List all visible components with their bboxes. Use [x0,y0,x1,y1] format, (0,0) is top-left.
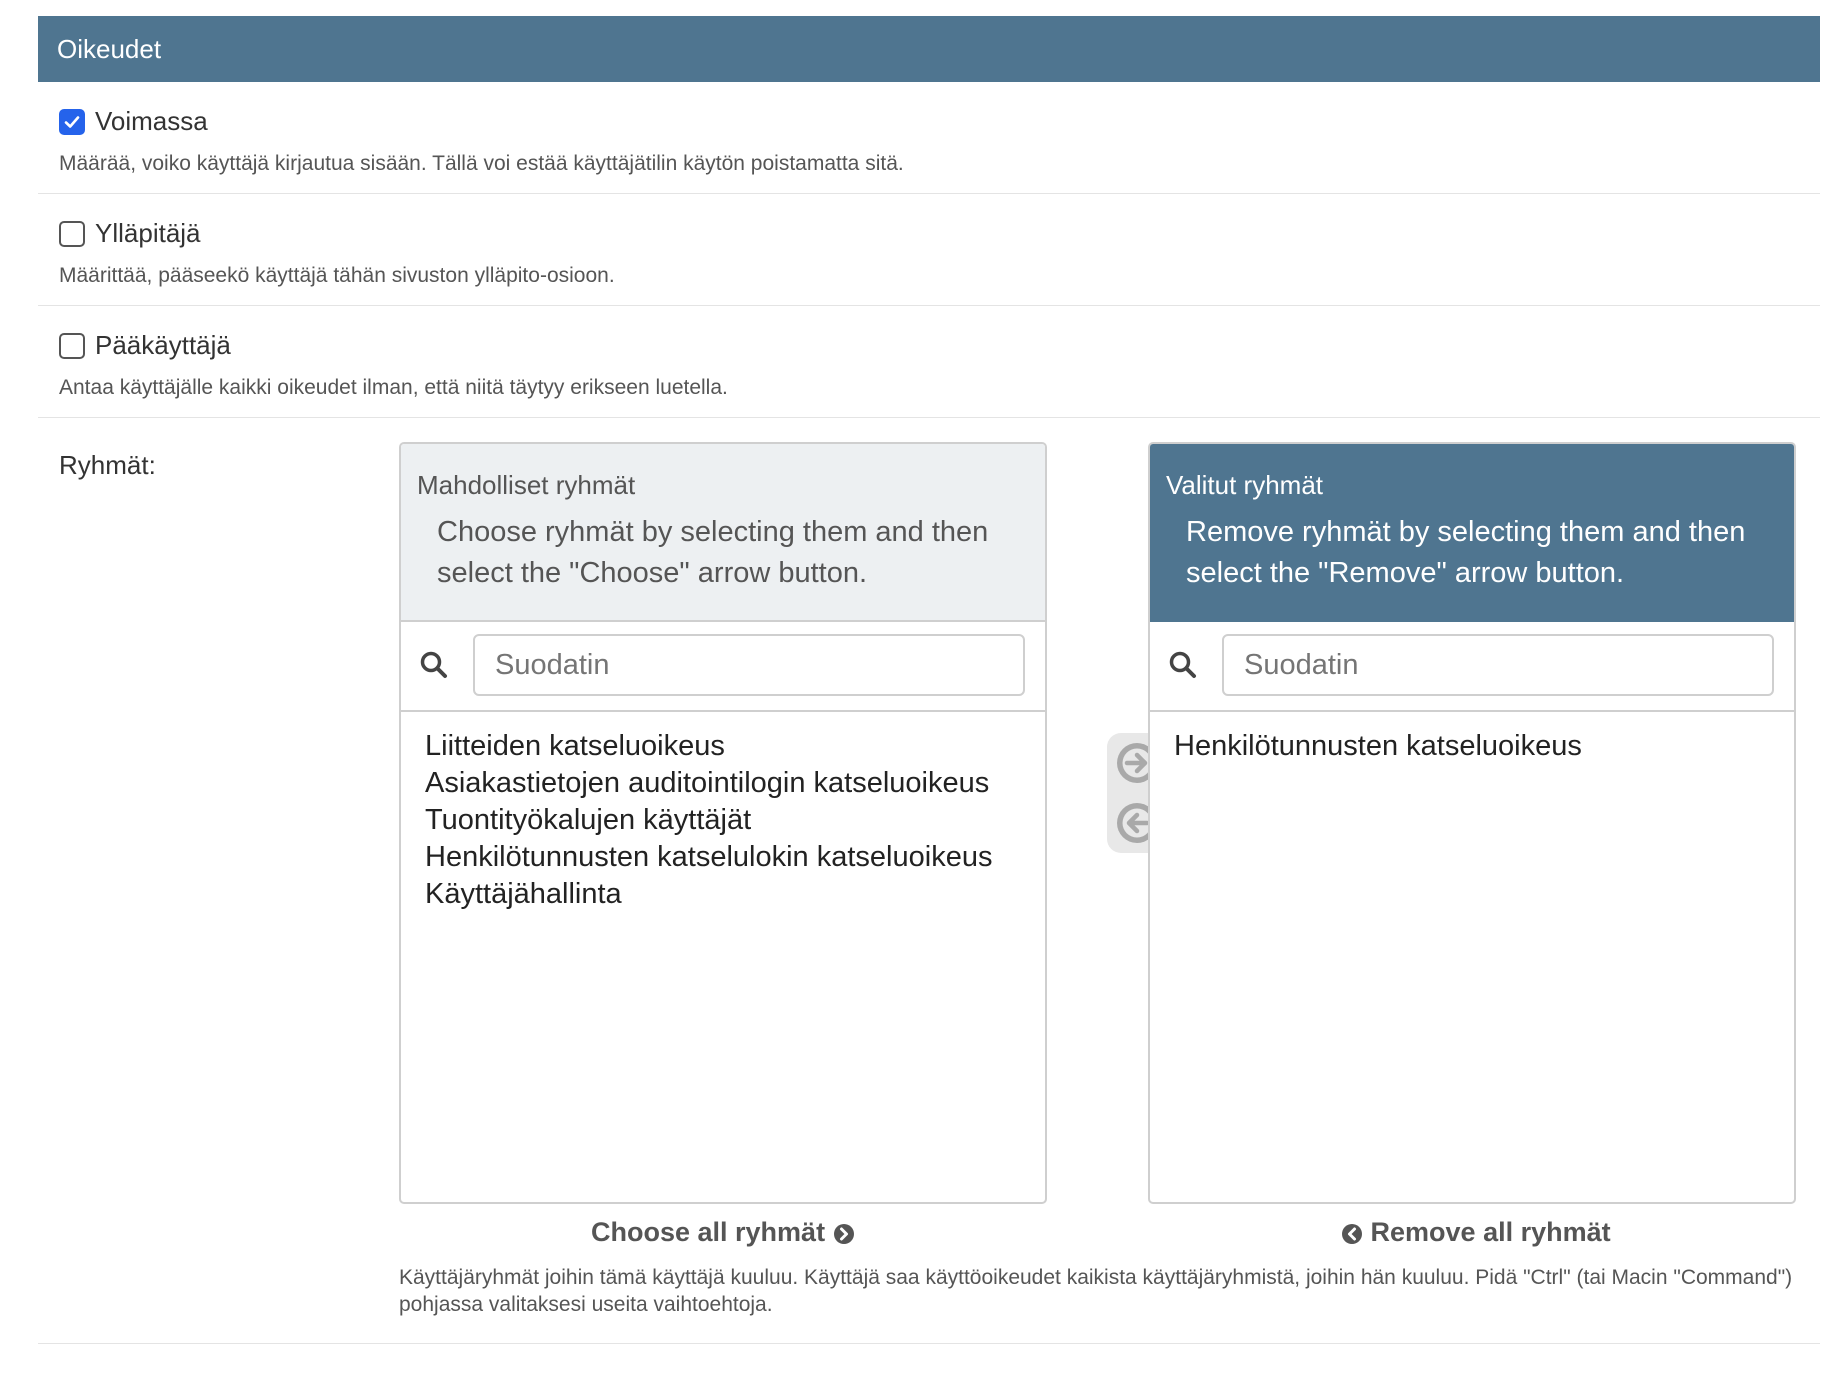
superuser-checkbox[interactable] [59,333,85,359]
remove-all-link[interactable]: Remove all ryhmät [1341,1217,1611,1248]
available-help: Choose ryhmät by selecting them and then… [437,516,989,589]
list-item[interactable]: Asiakastietojen auditointilogin katseluo… [425,765,992,802]
chosen-help: Remove ryhmät by selecting them and then… [1186,516,1746,589]
groups-label: Ryhmät: [59,450,156,480]
chosen-filter-row [1150,622,1794,712]
staff-checkbox[interactable] [59,221,85,247]
checkbox-row-superuser: Pääkäyttäjä Antaa käyttäjälle kaikki oik… [38,306,1820,418]
available-header: Mahdolliset ryhmät Choose ryhmät by sele… [401,444,1045,622]
checkbox-row-staff: Ylläpitäjä Määrittää, pääseekö käyttäjä … [38,194,1820,306]
list-item[interactable]: Käyttäjähallinta [425,876,992,913]
permissions-fieldset: Oikeudet Voimassa Määrää, voiko käyttäjä… [38,16,1820,1344]
available-groups-box: Mahdolliset ryhmät Choose ryhmät by sele… [399,442,1047,1204]
choose-all-label: Choose all ryhmät [591,1217,826,1247]
active-help: Määrää, voiko käyttäjä kirjautua sisään.… [59,152,904,175]
chosen-header: Valitut ryhmät Remove ryhmät by selectin… [1150,444,1794,622]
chevron-left-circle-icon [1342,1223,1362,1244]
remove-all-label: Remove all ryhmät [1370,1217,1611,1247]
list-item[interactable]: Henkilötunnusten katseluoikeus [1174,728,1582,765]
groups-help: Käyttäjäryhmät joihin tämä käyttäjä kuul… [399,1266,1793,1316]
chosen-groups-box: Valitut ryhmät Remove ryhmät by selectin… [1148,442,1796,1204]
search-icon [1169,651,1196,678]
available-title: Mahdolliset ryhmät [417,470,636,500]
superuser-help: Antaa käyttäjälle kaikki oikeudet ilman,… [59,376,728,399]
available-filter-input[interactable] [473,634,1025,696]
staff-help: Määrittää, pääseekö käyttäjä tähän sivus… [59,264,615,287]
available-options-list[interactable]: Liitteiden katseluoikeus Asiakastietojen… [425,728,992,913]
active-checkbox[interactable] [59,109,85,135]
staff-label[interactable]: Ylläpitäjä [95,218,201,249]
list-item[interactable]: Tuontityökalujen käyttäjät [425,802,992,839]
available-filter-row [401,622,1045,712]
section-header: Oikeudet [38,16,1820,82]
groups-row: Ryhmät: Mahdolliset ryhmät Choose ryhmät… [38,418,1820,1344]
superuser-label[interactable]: Pääkäyttäjä [95,330,231,361]
list-item[interactable]: Liitteiden katseluoikeus [425,728,992,765]
chevron-right-circle-icon [833,1223,854,1244]
chosen-filter-input[interactable] [1222,634,1774,696]
active-label[interactable]: Voimassa [95,106,208,137]
chosen-options-list[interactable]: Henkilötunnusten katseluoikeus [1174,728,1582,765]
search-icon [420,651,447,678]
chosen-title: Valitut ryhmät [1166,470,1324,500]
checkbox-row-active: Voimassa Määrää, voiko käyttäjä kirjautu… [38,82,1820,194]
choose-all-link[interactable]: Choose all ryhmät [591,1217,855,1248]
list-item[interactable]: Henkilötunnusten katselulokin katseluoik… [425,839,992,876]
check-icon [64,116,80,128]
